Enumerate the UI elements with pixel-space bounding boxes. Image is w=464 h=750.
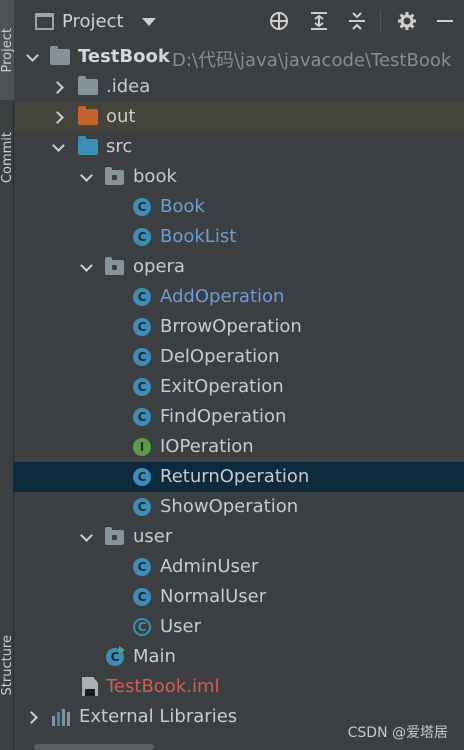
- chevron-right-icon[interactable]: [26, 711, 38, 723]
- tree-node-label: Book: [160, 196, 205, 217]
- tree-node-label: opera: [133, 256, 185, 277]
- class-icon: C: [133, 468, 151, 486]
- run-marker-icon: [119, 646, 125, 654]
- chevron-down-icon[interactable]: [26, 51, 38, 63]
- tree-node-label: NormalUser: [160, 586, 267, 607]
- chevron-down-icon[interactable]: [80, 531, 92, 543]
- tree-node-label: out: [106, 106, 136, 127]
- tree-node-class[interactable]: C ShowOperation: [14, 492, 464, 522]
- chevron-down-icon[interactable]: [52, 141, 64, 153]
- tree-node-book[interactable]: book: [14, 162, 464, 192]
- tree-node-idea[interactable]: .idea: [14, 72, 464, 102]
- source-folder-icon: [78, 136, 98, 155]
- tree-node-label: src: [106, 136, 133, 157]
- tree-node-opera[interactable]: opera: [14, 252, 464, 282]
- class-icon: C: [133, 228, 151, 246]
- tree-node-iml[interactable]: TestBook.iml: [14, 672, 464, 702]
- tree-node-src[interactable]: src: [14, 132, 464, 162]
- tree-node-class[interactable]: C AddOperation: [14, 282, 464, 312]
- tree-node-label: user: [133, 526, 173, 547]
- tree-node-label: ExitOperation: [160, 376, 284, 397]
- tree-node-label: BookList: [160, 226, 237, 247]
- watermark: CSDN @爱塔居: [347, 725, 448, 741]
- collapse-all-icon[interactable]: [346, 10, 368, 32]
- excluded-folder-icon: [78, 106, 98, 125]
- tree-node-class[interactable]: C BrrowOperation: [14, 312, 464, 342]
- class-icon: C: [133, 378, 151, 396]
- structure-tool-tab[interactable]: Structure: [0, 610, 15, 720]
- tree-node-label: TestBook.iml: [106, 676, 220, 697]
- project-panel: Project TestBook D:\代码\java\javacode\Tes…: [14, 0, 464, 750]
- project-tool-tab[interactable]: Project: [0, 0, 15, 100]
- toolbar-separator: [380, 10, 381, 32]
- tree-node-class[interactable]: C ExitOperation: [14, 372, 464, 402]
- commit-tool-tab[interactable]: Commit: [0, 108, 15, 208]
- view-selector[interactable]: Project: [62, 11, 124, 32]
- root-label: TestBook: [78, 46, 170, 67]
- tree-node-label: External Libraries: [79, 706, 238, 727]
- tree-node-class[interactable]: C DelOperation: [14, 342, 464, 372]
- module-file-icon: [82, 677, 98, 696]
- project-view-icon: [35, 13, 54, 30]
- tree-node-label: AddOperation: [160, 286, 285, 307]
- chevron-down-icon[interactable]: [142, 18, 156, 26]
- chevron-right-icon[interactable]: [52, 81, 64, 93]
- tree-node-interface[interactable]: I IOPeration: [14, 432, 464, 462]
- tree-node-class[interactable]: C NormalUser: [14, 582, 464, 612]
- abstract-class-icon: C: [133, 618, 151, 636]
- tree-node-label: AdminUser: [160, 556, 259, 577]
- tree-node-root[interactable]: TestBook D:\代码\java\javacode\TestBook: [14, 42, 464, 72]
- horizontal-scrollbar[interactable]: [34, 744, 154, 750]
- tree-node-abstract-class[interactable]: C User: [14, 612, 464, 642]
- tree-node-label: IOPeration: [160, 436, 254, 457]
- root-path: D:\代码\java\javacode\TestBook: [172, 50, 452, 71]
- tree-node-out[interactable]: out: [14, 102, 464, 132]
- class-icon: C: [133, 588, 151, 606]
- tree-node-label: Main: [133, 646, 176, 667]
- tree-node-label: BrrowOperation: [160, 316, 302, 337]
- class-icon: C: [133, 288, 151, 306]
- tree-node-class[interactable]: C BookList: [14, 222, 464, 252]
- tree-node-label: .idea: [106, 76, 151, 97]
- library-icon: [52, 709, 74, 726]
- chevron-down-icon[interactable]: [80, 261, 92, 273]
- settings-icon[interactable]: [396, 10, 418, 32]
- class-icon: C: [133, 318, 151, 336]
- tree-node-label: book: [133, 166, 177, 187]
- expand-all-icon[interactable]: [308, 10, 330, 32]
- interface-icon: I: [133, 438, 151, 456]
- chevron-right-icon[interactable]: [52, 111, 64, 123]
- tree-node-class[interactable]: C FindOperation: [14, 402, 464, 432]
- package-icon: [105, 257, 124, 275]
- package-icon: [105, 167, 124, 185]
- class-icon: C: [133, 558, 151, 576]
- class-icon: C: [133, 198, 151, 216]
- hide-icon[interactable]: [434, 10, 456, 32]
- tool-window-strip: Project Commit Structure: [0, 0, 15, 750]
- class-icon: C: [133, 348, 151, 366]
- class-icon: C: [133, 408, 151, 426]
- tree-node-label: DelOperation: [160, 346, 280, 367]
- tree-node-class[interactable]: C Book: [14, 192, 464, 222]
- chevron-down-icon[interactable]: [80, 171, 92, 183]
- tree-node-user[interactable]: user: [14, 522, 464, 552]
- class-icon: C: [133, 498, 151, 516]
- module-folder-icon: [50, 46, 70, 65]
- tree-node-label: FindOperation: [160, 406, 287, 427]
- locate-icon[interactable]: [268, 10, 290, 32]
- folder-icon: [78, 76, 98, 95]
- tree-node-label: ShowOperation: [160, 496, 299, 517]
- tree-node-class[interactable]: C AdminUser: [14, 552, 464, 582]
- tree-node-label: User: [160, 616, 202, 637]
- tree-node-main[interactable]: C Main: [14, 642, 464, 672]
- tree-node-label: ReturnOperation: [160, 466, 310, 487]
- package-icon: [105, 527, 124, 545]
- tree-node-class-selected[interactable]: C ReturnOperation: [14, 462, 464, 492]
- panel-header: Project: [14, 0, 464, 44]
